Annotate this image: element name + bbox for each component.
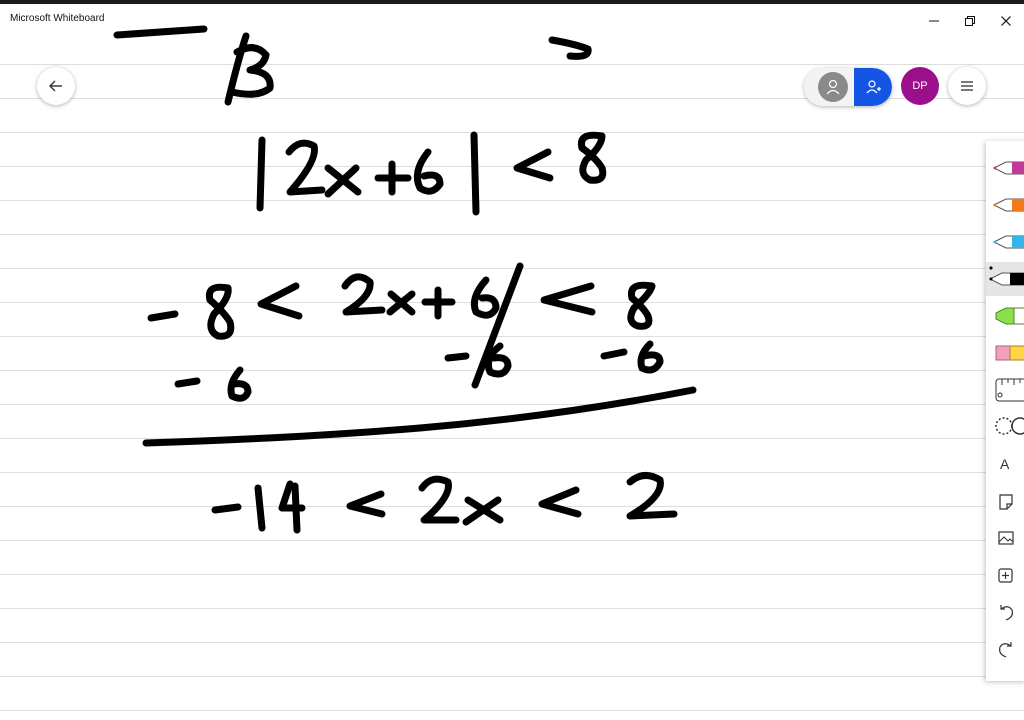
highlighter-pink[interactable] bbox=[986, 336, 1024, 370]
person-icon bbox=[826, 79, 840, 95]
menu-button[interactable] bbox=[948, 67, 986, 105]
avatar[interactable]: DP bbox=[901, 67, 939, 105]
back-arrow-icon bbox=[49, 80, 62, 92]
black-pen-icon bbox=[988, 266, 1024, 286]
ink-line-3 bbox=[174, 340, 664, 402]
ruler-tool[interactable] bbox=[986, 373, 1024, 407]
ink-line-2 bbox=[147, 262, 656, 389]
pen-blue[interactable] bbox=[986, 225, 1024, 259]
ink-line-4 bbox=[211, 472, 678, 534]
pen-magenta[interactable] bbox=[986, 151, 1024, 185]
redo-icon bbox=[999, 642, 1012, 658]
back-button[interactable] bbox=[37, 67, 75, 105]
magenta-pen-icon bbox=[992, 161, 1024, 175]
text-tool-icon: A bbox=[1000, 456, 1010, 472]
undo-button[interactable] bbox=[986, 595, 1024, 629]
ink-line-1 bbox=[256, 131, 607, 216]
undo-icon bbox=[1000, 605, 1013, 621]
add-person-icon bbox=[866, 80, 881, 94]
image-icon bbox=[998, 531, 1014, 545]
handwritten-ink bbox=[113, 25, 697, 534]
pen-orange[interactable] bbox=[986, 188, 1024, 222]
inking-toolbar: A bbox=[986, 141, 1024, 681]
sticky-note-icon bbox=[999, 494, 1013, 510]
highlighter-green[interactable] bbox=[986, 299, 1024, 333]
ink-top-fragment bbox=[113, 25, 592, 106]
redo-button[interactable] bbox=[986, 632, 1024, 666]
lasso-tool[interactable] bbox=[986, 410, 1024, 444]
blue-pen-icon bbox=[992, 235, 1024, 249]
ruler-icon bbox=[995, 378, 1024, 402]
lasso-icon bbox=[995, 417, 1024, 435]
view-mode-toggle[interactable] bbox=[804, 68, 892, 106]
invite-button[interactable] bbox=[854, 68, 892, 106]
green-highlighter-icon bbox=[995, 307, 1024, 325]
add-tool[interactable] bbox=[986, 558, 1024, 592]
text-tool[interactable]: A bbox=[986, 447, 1024, 481]
ink-divider-line bbox=[142, 386, 697, 447]
image-tool[interactable] bbox=[986, 521, 1024, 555]
pen-black[interactable] bbox=[986, 262, 1024, 296]
pink-highlighter-icon bbox=[995, 345, 1024, 361]
note-tool[interactable] bbox=[986, 484, 1024, 518]
add-icon bbox=[998, 568, 1013, 583]
orange-pen-icon bbox=[992, 198, 1024, 212]
toggle-knob[interactable] bbox=[818, 72, 848, 102]
hamburger-menu-icon bbox=[961, 81, 973, 91]
